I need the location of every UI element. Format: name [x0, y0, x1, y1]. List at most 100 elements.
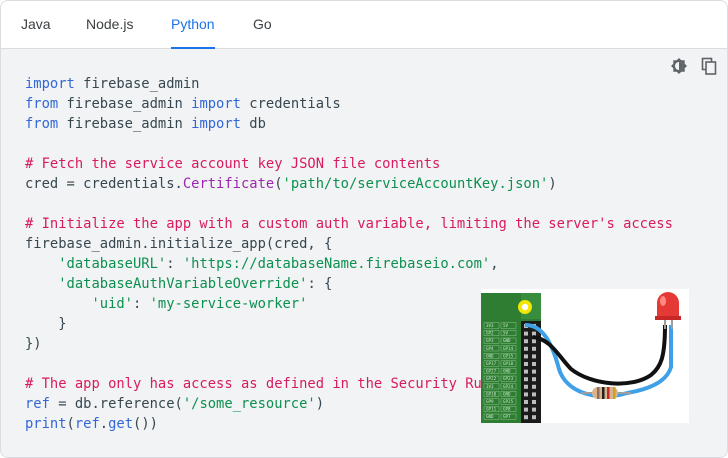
- string-literal: '/some_resource': [182, 396, 316, 412]
- gpio-pin-label: 3V3: [486, 323, 494, 328]
- gpio-pin-label: GP22: [486, 376, 497, 381]
- code-line-2: from firebase_admin import credentials: [25, 96, 341, 112]
- gpio-pin-label: GND: [503, 369, 511, 374]
- led-circuit-illustration: 3V3 5V GP2 5V GP3 GND GP4 GP14 GND GP15 GP17 GP18 GP…: [481, 292, 681, 423]
- gpio-pin-label: GP11: [486, 407, 497, 412]
- resistor-band: [613, 387, 616, 399]
- string-literal: 'my-service-worker': [149, 296, 308, 312]
- language-tab-bar: Java Node.js Python Go: [1, 1, 727, 49]
- code-text: (: [66, 416, 75, 432]
- gpio-pin: [532, 415, 536, 420]
- import-name: credentials: [240, 96, 341, 112]
- gpio-pin-label: 5V: [503, 331, 509, 336]
- gpio-pin-label: GP18: [503, 361, 514, 366]
- tab-python[interactable]: Python: [171, 1, 215, 49]
- resistor-band: [597, 387, 600, 399]
- string-literal: 'path/to/serviceAccountKey.json': [282, 176, 549, 192]
- gpio-pin-label: GP2: [486, 331, 494, 336]
- module-name: firebase_admin: [58, 96, 192, 112]
- keyword-import: import: [25, 76, 75, 92]
- copy-icon[interactable]: [699, 56, 719, 76]
- gpio-pin-label: GND: [486, 414, 494, 419]
- code-text: cred = credentials.: [25, 176, 183, 192]
- gpio-pin: [524, 354, 528, 359]
- red-led: [657, 292, 679, 317]
- string-literal: 'https://databaseName.firebaseio.com': [182, 256, 491, 272]
- resistor-band: [602, 387, 605, 399]
- code-line-11: 'databaseAuthVariableOverride': {: [25, 276, 332, 292]
- code-toolbar: [669, 56, 719, 78]
- variable-ref: ref: [25, 396, 50, 412]
- mounting-hole-center: [521, 303, 529, 311]
- gpio-pin-label: GP10: [486, 391, 497, 396]
- gpio-pin: [532, 339, 536, 344]
- code-line-10: 'databaseURL': 'https://databaseName.fir…: [25, 256, 499, 272]
- gpio-pin-label: GP17: [486, 361, 497, 366]
- gpio-pin-label: GP7: [503, 414, 511, 419]
- gpio-pin-label: GP24: [503, 384, 514, 389]
- code-line-12: 'uid': 'my-service-worker': [25, 296, 307, 312]
- code-sample-card: Java Node.js Python Go import firebase_a…: [0, 0, 728, 458]
- code-line-6: cred = credentials.Certificate('path/to/…: [25, 176, 557, 192]
- led-highlight: [660, 296, 666, 306]
- code-text: ()): [133, 416, 158, 432]
- gpio-pin-label: GP27: [486, 369, 497, 374]
- code-text: (: [274, 176, 283, 192]
- function-print: print: [25, 416, 67, 432]
- gpio-pin: [532, 392, 536, 397]
- gpio-pin: [532, 331, 536, 336]
- code-text: :: [166, 256, 183, 272]
- gpio-pin: [532, 354, 536, 359]
- function-get: get: [108, 416, 134, 432]
- code-text: = db.reference(: [49, 396, 183, 412]
- gpio-pin-label: GP3: [486, 338, 494, 343]
- gpio-pin: [532, 369, 536, 374]
- gpio-pin-label: GND: [503, 391, 511, 396]
- keyword-import: import: [191, 96, 241, 112]
- variable-ref: ref: [74, 416, 100, 432]
- dark-theme-toggle-icon[interactable]: [669, 56, 689, 76]
- tab-nodejs[interactable]: Node.js: [86, 1, 133, 48]
- keyword-import: import: [191, 116, 241, 132]
- gpio-pin: [524, 400, 528, 404]
- gpio-pin-label: GP15: [503, 353, 514, 358]
- tab-go[interactable]: Go: [253, 1, 272, 48]
- gpio-pin: [524, 407, 528, 412]
- code-text: ,: [490, 256, 499, 272]
- code-line-17: ref = db.reference('/some_resource'): [25, 396, 324, 412]
- gpio-pin: [524, 369, 528, 374]
- gpio-pin-label: GP4: [486, 346, 494, 351]
- gpio-pin: [524, 377, 528, 382]
- string-literal: 'databaseURL': [58, 256, 167, 272]
- code-line-18: print(ref.get()): [25, 416, 158, 432]
- gpio-pin: [524, 392, 528, 397]
- gpio-pin-label: GND: [503, 338, 511, 343]
- gpio-pin: [524, 415, 528, 420]
- gpio-pin-label: GP9: [486, 399, 494, 404]
- code-line-9: firebase_admin.initialize_app(cred, {: [25, 236, 333, 252]
- module-name: firebase_admin: [58, 116, 192, 132]
- code-line-3: from firebase_admin import db: [25, 116, 266, 132]
- gpio-pin: [532, 400, 536, 404]
- code-line-1: import firebase_admin: [25, 76, 199, 92]
- gpio-pin: [524, 362, 528, 366]
- string-literal: 'databaseAuthVariableOverride': [58, 276, 308, 292]
- gpio-pin: [524, 331, 528, 336]
- gpio-pin: [524, 384, 528, 389]
- code-text: ): [315, 396, 325, 412]
- code-text: :: [133, 296, 150, 312]
- circuit-diagram-image: 3V3 5V GP2 5V GP3 GND GP4 GP14 GND GP15 GP17 GP18 GP…: [481, 289, 689, 423]
- code-comment: # Fetch the service account key JSON fil…: [25, 156, 441, 172]
- led-rim: [655, 316, 681, 320]
- gpio-pin-label: GP14: [503, 346, 514, 351]
- string-literal: 'uid': [91, 296, 133, 312]
- gpio-pin-label: GND: [486, 353, 494, 358]
- code-text: .: [99, 416, 109, 432]
- code-text: : {: [307, 276, 333, 292]
- gpio-pin-label: 5V: [503, 323, 509, 328]
- module-name: firebase_admin: [74, 76, 200, 92]
- tab-java[interactable]: Java: [21, 1, 51, 48]
- code-comment: # The app only has access as defined in …: [25, 376, 482, 392]
